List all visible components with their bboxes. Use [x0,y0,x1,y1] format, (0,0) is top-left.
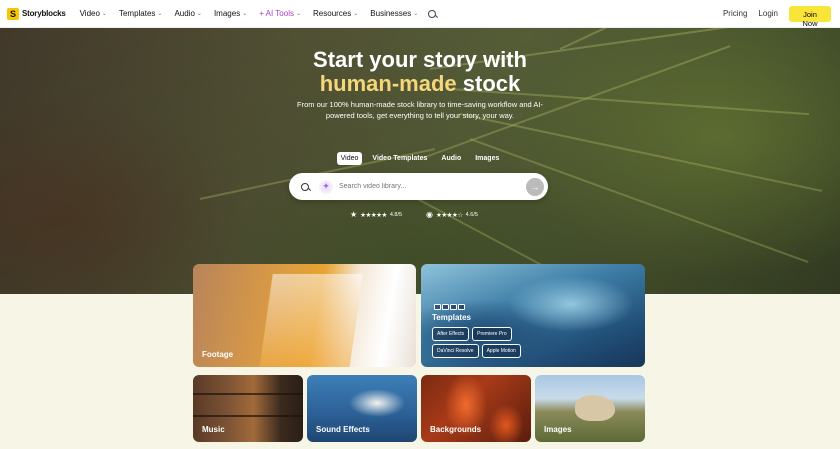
nav-item-resources[interactable]: Resources ⌄ [313,9,358,18]
search-bar: ✦ → [289,173,548,200]
ai-sparkle-icon[interactable]: ✦ [319,179,333,194]
nav-item-ai-tools[interactable]: + AI Tools ⌄ [259,9,301,18]
search-icon[interactable] [428,9,437,18]
login-link[interactable]: Login [758,9,778,18]
search-input[interactable] [339,183,519,190]
template-apps-icon [434,304,465,310]
chevron-down-icon: ⌄ [157,11,163,17]
chip-apple-motion[interactable]: Apple Motion [481,344,521,358]
rating-g2: ◉ ★★★★☆ 4.6/5 [426,210,478,219]
tab-images[interactable]: Images [471,152,503,165]
arrow-right-icon: → [530,181,540,192]
category-card-music[interactable]: Music [193,375,303,442]
nav-item-businesses[interactable]: Businesses ⌄ [370,9,418,18]
hero-title: Start your story with human-made stock [313,47,527,96]
card-label: Sound Effects [316,425,370,434]
ratings: ★ ★★★★★ 4.8/5 ◉ ★★★★☆ 4.6/5 [350,210,478,219]
chip-premiere-pro[interactable]: Premiere Pro [472,327,512,341]
category-card-backgrounds[interactable]: Backgrounds [421,375,531,442]
chevron-down-icon: ⌄ [242,11,248,17]
card-label: Backgrounds [430,425,482,434]
tab-video-templates[interactable]: Video Templates [368,152,431,165]
category-card-images[interactable]: Images [535,375,645,442]
category-card-sound-effects[interactable]: Sound Effects [307,375,417,442]
g2-icon: ◉ [426,210,434,219]
brand-name: Storyblocks [22,9,66,18]
logo[interactable]: S Storyblocks [7,7,66,20]
top-nav: S Storyblocks Video ⌄ Templates ⌄ Audio ⌄ I… [0,0,840,28]
search-tabs: Video Video Templates Audio Images [0,152,840,165]
chevron-down-icon: ⌄ [413,11,419,17]
star-rating-icon: ★★★★☆ [436,211,463,219]
search-icon [301,182,309,191]
category-card-footage[interactable]: Footage [193,264,416,367]
storyblocks-logo-icon: S [7,7,19,20]
hero-subtitle: From our 100% human-made stock library t… [297,100,543,120]
join-now-button[interactable]: Join Now [789,5,831,28]
search-submit-button[interactable]: → [526,177,544,196]
category-card-templates[interactable]: Templates After Effects Premiere Pro DaV… [421,264,645,367]
tab-audio[interactable]: Audio [437,152,465,165]
nav-item-audio[interactable]: Audio ⌄ [174,9,202,18]
pricing-link[interactable]: Pricing [723,9,747,18]
chip-davinci-resolve[interactable]: DaVinci Resolve [432,344,479,358]
chevron-down-icon: ⌄ [101,11,107,17]
card-label: Templates [432,313,471,322]
card-label: Footage [202,350,234,359]
star-rating-icon: ★★★★★ [360,211,387,219]
chevron-down-icon: ⌄ [196,11,202,17]
hero-title-highlight: human-made [319,71,457,96]
chevron-down-icon: ⌄ [353,11,359,17]
hero-section: Start your story with human-made stock F… [0,28,840,294]
card-label: Music [202,425,225,434]
card-label: Images [544,425,572,434]
nav-item-video[interactable]: Video ⌄ [80,9,107,18]
tab-video[interactable]: Video [336,152,363,165]
rating-trustpilot: ★ ★★★★★ 4.8/5 [350,210,403,219]
nav-item-images[interactable]: Images ⌄ [214,9,247,18]
trustpilot-star-icon: ★ [350,210,358,219]
chevron-down-icon: ⌄ [295,11,302,17]
chip-after-effects[interactable]: After Effects [432,327,470,341]
template-chips: After Effects Premiere Pro DaVinci Resol… [432,327,542,358]
nav-item-templates[interactable]: Templates ⌄ [119,9,163,18]
